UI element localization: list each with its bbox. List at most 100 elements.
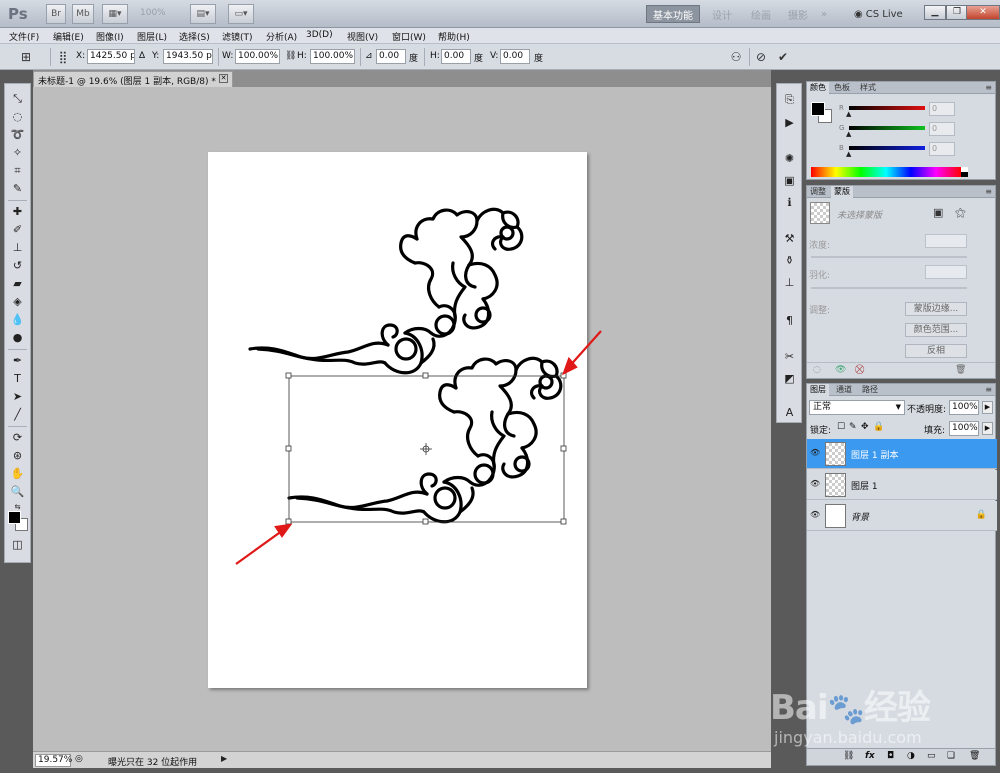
menu-filter[interactable]: 滤镜(T) (222, 30, 253, 43)
fill-arrow-icon[interactable]: ▶ (982, 422, 993, 435)
bridge-icon[interactable]: Br (46, 4, 66, 24)
eraser-tool-icon[interactable]: ▰ (7, 275, 28, 292)
transform-handle[interactable] (285, 445, 292, 452)
workspace-photography[interactable]: 摄影 (782, 5, 814, 23)
minibridge-icon[interactable]: Mb (72, 4, 94, 24)
opacity-arrow-icon[interactable]: ▶ (982, 401, 993, 414)
transform-handle[interactable] (560, 445, 567, 452)
quick-selection-tool-icon[interactable]: ✧ (7, 144, 28, 161)
red-channel-value[interactable]: 0 (929, 102, 955, 116)
3d-panel-icon[interactable]: ◩ (781, 370, 798, 386)
navigator-panel-icon[interactable]: ▣ (781, 172, 798, 188)
fx-icon[interactable]: fx (865, 751, 875, 761)
clone-source-icon[interactable]: ⚱ (781, 252, 798, 268)
blue-channel-slider[interactable] (849, 146, 925, 150)
layer-row-copy[interactable]: 👁 图层 1 副本 (807, 439, 997, 469)
3d-orbit-tool-icon[interactable]: ⊛ (7, 447, 28, 464)
green-channel-value[interactable]: 0 (929, 122, 955, 136)
brush-panel-icon[interactable]: ✺ (781, 150, 798, 166)
slider-handle-icon[interactable]: ▲ (846, 150, 851, 158)
panel-menu-icon[interactable]: ≡ (985, 385, 992, 394)
x-position-field[interactable]: 1425.50 px (87, 49, 135, 64)
cancel-transform-icon[interactable]: ⊘ (753, 49, 769, 65)
color-ramp[interactable] (811, 167, 961, 177)
pen-tool-icon[interactable]: ✒ (7, 352, 28, 369)
tab-channels[interactable]: 通道 (833, 384, 855, 396)
eyedropper-tool-icon[interactable]: ✎ (7, 180, 28, 197)
delta-icon[interactable]: ∆ (139, 51, 145, 61)
minimize-button[interactable]: ▁ (924, 5, 946, 20)
vskew-field[interactable]: 0.00 (500, 49, 530, 64)
foreground-color-swatch-top[interactable] (8, 511, 21, 524)
tab-layers[interactable]: 图层 (807, 384, 829, 396)
close-document-icon[interactable]: ✕ (219, 74, 228, 83)
transform-handle[interactable] (422, 518, 429, 525)
color-ramp-black[interactable] (961, 172, 968, 177)
menu-select[interactable]: 选择(S) (179, 30, 210, 43)
quick-mask-icon[interactable]: ◫ (7, 536, 28, 553)
close-window-button[interactable]: ✕ (966, 5, 1000, 20)
adjustment-layer-icon[interactable]: ◑ (907, 751, 915, 761)
visibility-eye-icon[interactable]: 👁 (810, 479, 822, 489)
tab-styles[interactable]: 样式 (857, 82, 879, 94)
3d-rotate-tool-icon[interactable]: ⟳ (7, 429, 28, 446)
lock-all-icon[interactable]: 🔒 (873, 422, 884, 432)
fill-field[interactable]: 100% (949, 421, 979, 436)
transform-handle[interactable] (560, 518, 567, 525)
lock-transparent-icon[interactable]: ☐ (837, 422, 845, 432)
tools-panel-icon[interactable]: ✂ (781, 348, 798, 364)
vertical-scrollbar[interactable] (762, 87, 771, 751)
rotate-angle-field[interactable]: 0.00 (376, 49, 406, 64)
disable-mask-icon[interactable]: ⛒ (855, 365, 864, 375)
info-panel-icon[interactable]: ℹ (781, 194, 798, 210)
workspace-design[interactable]: 设计 (706, 5, 738, 23)
menu-edit[interactable]: 编辑(E) (53, 30, 84, 43)
blue-channel-value[interactable]: 0 (929, 142, 955, 156)
link-icon[interactable]: ⛓ (285, 51, 296, 61)
canvas-area[interactable] (33, 87, 771, 751)
paint-bucket-tool-icon[interactable]: ◈ (7, 293, 28, 310)
transform-handle[interactable] (285, 518, 292, 525)
history-panel-icon[interactable]: ⎘ (781, 92, 798, 108)
add-vector-mask-icon[interactable]: ⚝ (955, 206, 966, 220)
panel-menu-icon[interactable]: ≡ (985, 187, 992, 196)
transform-center-icon[interactable] (420, 443, 432, 455)
new-group-icon[interactable]: ▭ (927, 751, 936, 761)
tab-adjustments[interactable]: 调整 (807, 186, 829, 198)
color-range-button[interactable]: 颜色范围... (905, 323, 967, 337)
lock-image-icon[interactable]: ✎ (849, 422, 857, 432)
character-panel-icon[interactable]: A (781, 404, 798, 420)
load-selection-icon[interactable]: ◌ (813, 365, 821, 375)
status-zoom-field[interactable]: 19.57% (35, 754, 72, 767)
brush-tool-icon[interactable]: ✐ (7, 221, 28, 238)
mask-edge-button[interactable]: 蒙版边缘... (905, 302, 967, 316)
visibility-eye-icon[interactable]: 👁 (810, 510, 822, 520)
menu-image[interactable]: 图像(I) (96, 30, 124, 43)
tool-presets-icon[interactable]: ⚒ (781, 230, 798, 246)
menu-layer[interactable]: 图层(L) (137, 30, 167, 43)
commit-transform-icon[interactable]: ✔ (775, 49, 791, 65)
delete-mask-icon[interactable]: 🗑 (955, 365, 966, 375)
blur-tool-icon[interactable]: 💧 (7, 311, 28, 328)
menu-help[interactable]: 帮助(H) (438, 30, 470, 43)
document-tab[interactable]: 未标题-1 @ 19.6% (图层 1 副本, RGB/8) * ✕ (33, 71, 233, 87)
healing-brush-tool-icon[interactable]: ✚ (7, 203, 28, 220)
red-channel-slider[interactable] (849, 106, 925, 110)
marquee-tool-icon[interactable]: ◌ (7, 108, 28, 125)
opacity-field[interactable]: 100% (949, 400, 979, 415)
density-slider[interactable] (811, 256, 967, 258)
history-brush-tool-icon[interactable]: ↺ (7, 257, 28, 274)
dodge-tool-icon[interactable]: ● (7, 329, 28, 346)
invert-button[interactable]: 反相 (905, 344, 967, 358)
warp-mode-icon[interactable]: ⚇ (728, 49, 744, 65)
reference-point-icon[interactable]: ⣿ (55, 49, 71, 65)
arrange-documents-icon[interactable]: ▤▾ (190, 4, 216, 24)
feather-field[interactable] (925, 265, 967, 279)
density-field[interactable] (925, 234, 967, 248)
crop-tool-icon[interactable]: ⌗ (7, 162, 28, 179)
clone-stamp-tool-icon[interactable]: ⊥ (7, 239, 28, 256)
status-info-icon[interactable]: ◎ (75, 754, 83, 764)
tab-color[interactable]: 颜色 (807, 82, 829, 94)
move-tool-icon[interactable]: ⤡ (7, 90, 28, 107)
line-tool-icon[interactable]: ╱ (7, 406, 28, 423)
